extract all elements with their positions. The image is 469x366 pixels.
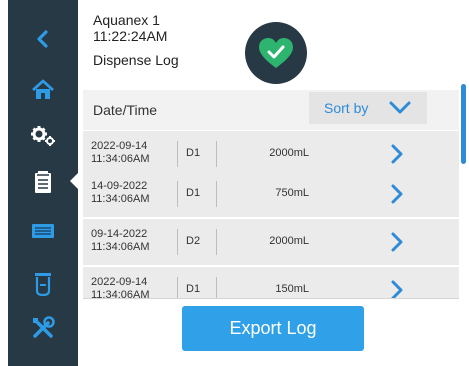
sidebar-nav	[8, 0, 79, 366]
display-button[interactable]	[8, 207, 78, 255]
row-dispenser: D2	[186, 235, 201, 247]
row-dispenser: D1	[186, 147, 201, 159]
settings-button[interactable]	[8, 112, 78, 160]
row-volume: 150mL	[275, 283, 309, 295]
back-icon	[37, 30, 48, 48]
row-volume: 2000mL	[269, 235, 309, 247]
main-panel: Aquanex 1 11:22:24AM Dispense Log Date/T…	[78, 0, 469, 366]
row-dispenser: D1	[186, 187, 201, 199]
log-clipboard-icon	[35, 171, 51, 193]
scrollbar[interactable]	[461, 84, 466, 164]
tools-button[interactable]	[8, 304, 78, 352]
log-row[interactable]: 14-09-2022 11:34:06AM D1 750mL	[83, 171, 459, 217]
settings-gears-icon	[31, 126, 55, 146]
column-separator	[177, 229, 178, 255]
column-separator	[177, 141, 178, 167]
cup-button[interactable]	[8, 260, 78, 308]
page-title: Dispense Log	[93, 52, 179, 68]
column-separator	[216, 181, 217, 207]
chevron-down-icon	[389, 101, 411, 114]
row-volume: 750mL	[275, 187, 309, 199]
chevron-right-icon[interactable]	[390, 144, 404, 164]
row-time: 11:34:06AM	[91, 153, 150, 165]
row-datetime: 2022-09-14 11:34:06AM	[91, 276, 150, 298]
column-separator	[177, 277, 178, 298]
row-time: 11:34:06AM	[91, 241, 150, 253]
cup-icon	[35, 273, 51, 296]
row-time: 11:34:06AM	[91, 289, 150, 298]
row-time: 11:34:06AM	[91, 193, 150, 205]
log-row[interactable]: 2022-09-14 11:34:06AM D1 150mL	[83, 267, 459, 298]
status-indicator	[245, 22, 307, 84]
column-separator	[216, 141, 217, 167]
log-list: 2022-09-14 11:34:06AM D1 2000mL 14-09-202…	[83, 131, 459, 298]
column-separator	[177, 181, 178, 207]
chevron-right-icon[interactable]	[390, 184, 404, 204]
home-button[interactable]	[8, 66, 78, 114]
column-separator	[216, 229, 217, 255]
chevron-right-icon[interactable]	[390, 232, 404, 252]
heart-check-icon	[259, 38, 293, 68]
log-row[interactable]: 09-14-2022 11:34:06AM D2 2000mL	[83, 219, 459, 265]
tools-icon	[33, 316, 55, 338]
device-name: Aquanex 1	[93, 12, 160, 28]
row-datetime: 09-14-2022 11:34:06AM	[91, 228, 150, 254]
row-date: 2022-09-14	[91, 140, 148, 152]
home-icon	[32, 79, 54, 99]
log-button[interactable]	[8, 158, 78, 206]
sort-by-button[interactable]: Sort by	[309, 92, 427, 124]
row-dispenser: D1	[186, 283, 201, 295]
sort-by-label: Sort by	[324, 100, 369, 116]
table-header: Date/Time Sort by	[83, 90, 459, 130]
display-icon	[32, 224, 54, 238]
row-datetime: 14-09-2022 11:34:06AM	[91, 180, 150, 206]
column-title-datetime: Date/Time	[93, 102, 158, 118]
back-button[interactable]	[8, 15, 78, 63]
row-datetime: 2022-09-14 11:34:06AM	[91, 140, 150, 166]
row-volume: 2000mL	[269, 147, 309, 159]
column-separator	[216, 277, 217, 298]
device-time: 11:22:24AM	[93, 28, 168, 44]
chevron-right-icon[interactable]	[390, 280, 404, 298]
row-date: 14-09-2022	[91, 180, 148, 192]
row-date: 09-14-2022	[91, 228, 148, 240]
row-date: 2022-09-14	[91, 276, 148, 288]
export-log-button[interactable]: Export Log	[182, 306, 364, 351]
list-divider	[83, 298, 459, 299]
